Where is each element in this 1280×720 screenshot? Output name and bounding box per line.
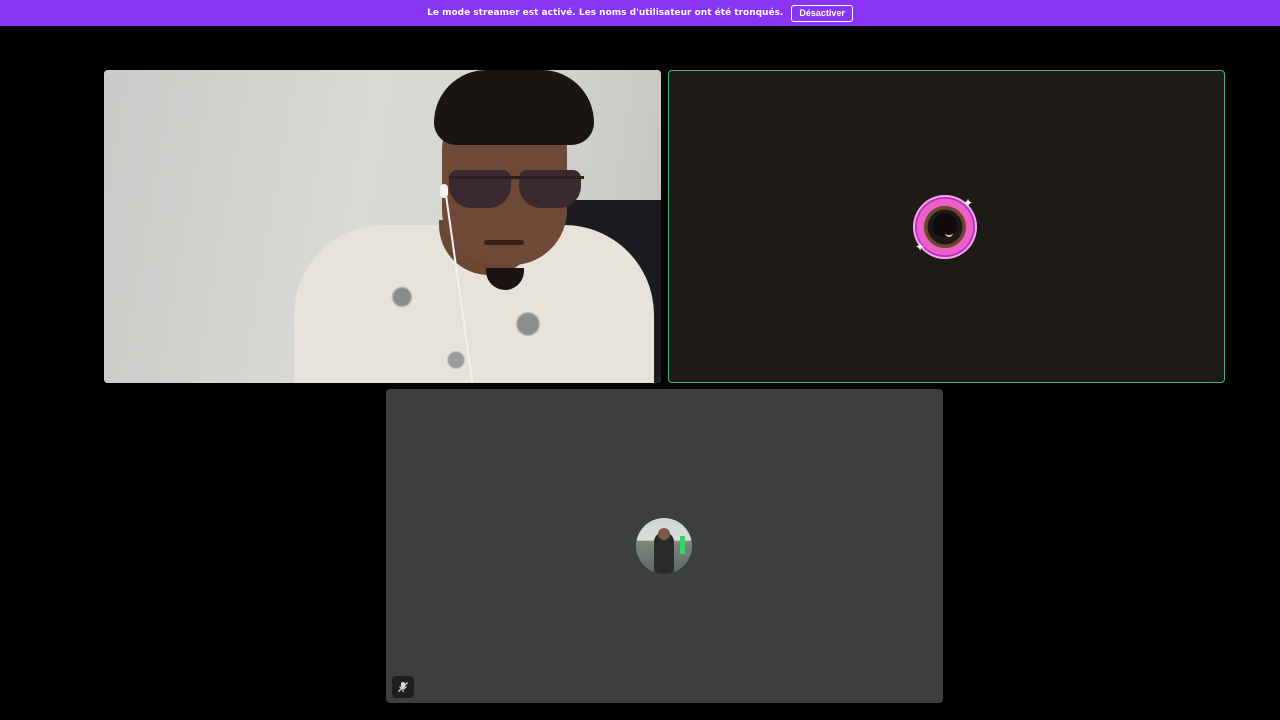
call-stage: ✦ ✦ <box>0 26 1280 720</box>
avatar-person-head <box>658 528 670 540</box>
avatar-green-accent <box>680 536 685 554</box>
participant-tile-muted[interactable] <box>386 389 943 703</box>
streamer-mode-banner: Le mode streamer est activé. Les noms d'… <box>0 0 1280 26</box>
sparkle-icon: ✦ <box>915 240 926 254</box>
sparkle-icon: ✦ <box>963 196 974 210</box>
camera-feed-hair <box>434 70 594 145</box>
participant-tile-speaking[interactable]: ✦ ✦ <box>668 70 1225 383</box>
camera-feed-mouth <box>484 240 524 245</box>
video-tile-camera[interactable] <box>104 70 661 383</box>
deactivate-streamer-mode-button[interactable]: Désactiver <box>791 4 853 22</box>
banner-message: Le mode streamer est activé. Les noms d'… <box>427 8 784 18</box>
avatar-decorated: ✦ ✦ <box>913 195 977 259</box>
mic-off-icon <box>392 676 414 698</box>
avatar-photo <box>636 518 692 574</box>
moon-icon <box>945 231 953 237</box>
camera-feed-sunglasses-bridge <box>449 176 584 179</box>
